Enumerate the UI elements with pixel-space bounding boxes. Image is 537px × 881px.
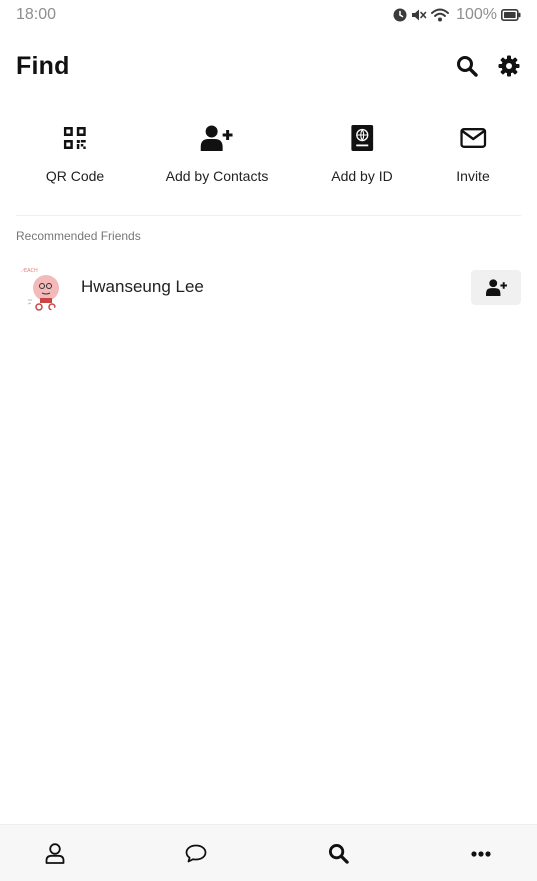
avatar-character: PEACH: [16, 262, 66, 312]
add-user-icon: [200, 125, 233, 151]
nav-chats[interactable]: [166, 825, 226, 881]
envelope-icon: [460, 128, 486, 148]
section-label: Recommended Friends: [16, 229, 141, 243]
battery-percent: 100%: [456, 6, 497, 23]
invite-button[interactable]: Invite: [456, 120, 490, 184]
more-dots-icon: [471, 850, 491, 857]
divider: [16, 215, 521, 216]
person-icon: [45, 843, 65, 864]
search-icon: [457, 56, 478, 77]
nav-friends[interactable]: [25, 825, 85, 881]
svg-text:PEACH: PEACH: [21, 268, 38, 274]
add-by-id-button[interactable]: Add by ID: [331, 120, 393, 184]
status-icons: 100%: [393, 6, 521, 24]
avatar: PEACH: [16, 262, 66, 312]
mute-icon: [412, 9, 427, 21]
qa-label: Add by ID: [331, 168, 393, 184]
chat-bubble-icon: [185, 844, 207, 863]
id-book-icon: [350, 125, 373, 151]
settings-button[interactable]: [497, 54, 521, 78]
nav-more[interactable]: [451, 825, 511, 881]
qr-code-icon: [63, 127, 86, 149]
nav-find[interactable]: [308, 825, 368, 881]
page-title: Find: [16, 51, 70, 80]
header: Find: [0, 44, 537, 88]
qr-code-button[interactable]: QR Code: [46, 120, 104, 184]
list-item[interactable]: PEACH Hwanseung Lee: [16, 262, 521, 312]
friend-name: Hwanseung Lee: [81, 277, 204, 296]
qa-label: Invite: [456, 168, 490, 184]
search-button[interactable]: [455, 54, 479, 78]
search-icon: [328, 843, 349, 864]
alarm-icon: [393, 8, 407, 22]
qa-label: Add by Contacts: [165, 168, 269, 184]
add-by-contacts-button[interactable]: Add by Contacts: [165, 120, 269, 184]
status-time: 18:00: [16, 6, 57, 23]
wifi-icon: [431, 8, 450, 22]
qa-label: QR Code: [45, 168, 105, 184]
battery-icon: [501, 9, 521, 21]
gear-icon: [498, 55, 520, 77]
header-actions: [455, 54, 521, 78]
add-friend-button[interactable]: [471, 269, 521, 305]
bottom-nav: [0, 824, 537, 881]
quick-actions: QR Code Add by Contacts Add by ID Invite: [0, 120, 537, 200]
status-bar: 18:00 100%: [0, 0, 537, 30]
add-user-icon: [485, 278, 507, 296]
